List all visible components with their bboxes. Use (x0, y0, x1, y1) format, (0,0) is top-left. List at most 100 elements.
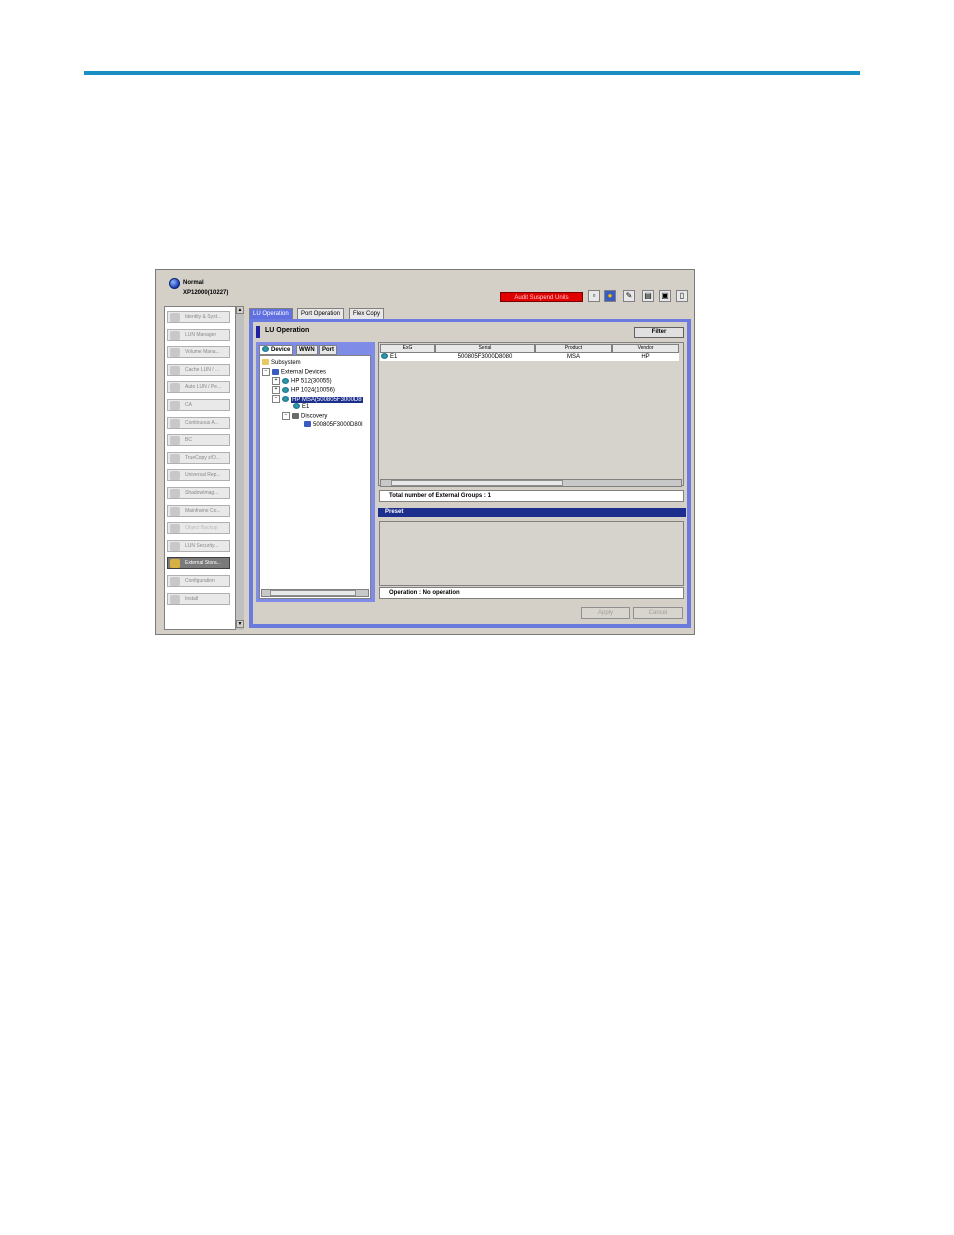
nav-item-lun-manager[interactable]: LUN Manager (167, 329, 230, 341)
table-hscrollbar[interactable] (380, 479, 682, 487)
preset-header: Preset (378, 508, 686, 517)
filter-button[interactable]: Filter (634, 327, 684, 338)
port-icon (304, 421, 311, 428)
tree-scroll-thumb[interactable] (270, 590, 356, 596)
header-rule (84, 71, 860, 75)
tab-port-operation[interactable]: Port Operation (297, 308, 345, 319)
scroll-up-icon[interactable]: ▲ (236, 306, 244, 314)
external-groups-table (378, 342, 684, 486)
cell-product: MSA (535, 353, 612, 361)
nav-item-universal-rep[interactable]: Universal Rep... (167, 469, 230, 481)
expand-icon[interactable]: + (272, 386, 280, 394)
device-tree: Subsystem − External Devices + HP 512(3005… (259, 355, 371, 599)
nav-item-install[interactable]: Install (167, 593, 230, 605)
nav-list: Identity & Syst... LUN Manager Volume Ma… (164, 306, 235, 630)
group-icon (381, 353, 388, 360)
tree-node-hp-msa[interactable]: − HP MSA(500805F3000D8 (272, 395, 363, 403)
cancel-button[interactable]: Cancel (633, 607, 683, 619)
collapse-icon[interactable]: − (282, 412, 290, 420)
tab-flex-copy[interactable]: Flex Copy (349, 308, 385, 319)
nav-item-continuous[interactable]: Continuous A... (167, 417, 230, 429)
collapse-icon[interactable]: − (272, 395, 280, 403)
folder-icon (262, 359, 269, 366)
nav-item-object-backup[interactable]: Object Backup (167, 522, 230, 534)
group-icon (293, 403, 300, 410)
tree-node-hp512[interactable]: + HP 512(30055) (272, 377, 332, 385)
nav-item-mainframe[interactable]: Mainframe Co... (167, 505, 230, 517)
tab-lu-operation[interactable]: LU Operation (249, 308, 293, 319)
nav-item-lun-security[interactable]: LUN Security... (167, 540, 230, 552)
status-text: Normal (183, 280, 204, 286)
apply-button[interactable]: Apply (581, 607, 630, 619)
col-header-product[interactable]: Product (535, 344, 612, 353)
identity-icon (170, 313, 180, 322)
col-header-vendor[interactable]: Vendor (612, 344, 679, 353)
device-icon (262, 346, 269, 353)
mainframe-icon (170, 507, 180, 516)
col-header-exg[interactable]: ExG (380, 344, 435, 353)
nav-item-shadowimage[interactable]: ShadowImag... (167, 487, 230, 499)
device-icon (282, 396, 289, 402)
nav-item-bc[interactable]: BC (167, 434, 230, 446)
nav-item-cache-lun[interactable]: Cache LUN / ... (167, 364, 230, 376)
external-groups-count: Total number of External Groups : 1 (379, 490, 684, 502)
ca-icon (170, 401, 180, 410)
table-row[interactable]: E1 500805F3000D8080 MSA HP (380, 353, 679, 361)
universal-rep-icon (170, 471, 180, 480)
status-icon (169, 278, 180, 289)
device-icon (282, 378, 289, 384)
nav-item-volume[interactable]: Volume Mana... (167, 346, 230, 358)
cell-vendor: HP (612, 353, 679, 361)
mode-icon[interactable]: ▫ (588, 290, 600, 302)
audit-alert-button[interactable]: Audit Suspend Units (500, 292, 583, 302)
volume-icon (170, 348, 180, 357)
title-marker (256, 326, 260, 338)
bc-icon (170, 436, 180, 445)
shadowimage-icon (170, 489, 180, 498)
cell-exg: E1 (380, 353, 435, 361)
help-icon[interactable]: ▯ (676, 290, 688, 302)
nav-item-configuration[interactable]: Configuration (167, 575, 230, 587)
cell-serial: 500805F3000D8080 (435, 353, 535, 361)
nav-item-external-storage[interactable]: External Stora... (167, 557, 230, 569)
report-icon[interactable]: ▣ (659, 290, 671, 302)
storage-navigator-window: Normal XP12000(10227) Audit Suspend Unit… (155, 269, 695, 635)
configuration-icon (170, 577, 180, 586)
tree-hscrollbar[interactable] (261, 589, 369, 597)
tree-node-subsystem[interactable]: Subsystem (262, 359, 301, 367)
system-name: XP12000(10227) (183, 290, 229, 296)
tree-node-discovered-device[interactable]: 500805F3000D80I (304, 421, 363, 429)
install-icon (170, 595, 180, 604)
tree-tab-device[interactable]: Device (259, 345, 294, 355)
col-header-serial[interactable]: Serial (435, 344, 535, 353)
table-scroll-thumb[interactable] (391, 480, 563, 486)
object-backup-icon (170, 524, 180, 533)
nav-item-identity[interactable]: Identity & Syst... (167, 311, 230, 323)
external-storage-icon (170, 559, 180, 568)
document-icon[interactable]: ▤ (642, 290, 654, 302)
nav-scrollbar[interactable]: ▲ ▼ (235, 306, 244, 630)
nav-item-ca[interactable]: CA (167, 399, 230, 411)
scroll-down-icon[interactable]: ▼ (236, 620, 244, 628)
cache-icon (170, 366, 180, 375)
continuous-icon (170, 419, 180, 428)
lock-icon[interactable]: ● (604, 290, 616, 302)
tree-node-discovery[interactable]: − Discovery (282, 412, 327, 420)
truecopy-icon (170, 454, 180, 463)
nav-item-auto-lun[interactable]: Auto LUN / Pe... (167, 381, 230, 393)
operation-status: Operation : No operation (379, 587, 684, 599)
expand-icon[interactable]: + (272, 377, 280, 385)
tree-node-hp1024[interactable]: + HP 1024(10056) (272, 386, 335, 394)
device-icon (282, 387, 289, 393)
tree-tab-port[interactable]: Port (319, 345, 337, 355)
auto-lun-icon (170, 383, 180, 392)
tree-node-external-devices[interactable]: − External Devices (262, 368, 326, 376)
page-title: LU Operation (265, 327, 310, 334)
tree-tab-wwn[interactable]: WWN (296, 345, 318, 355)
collapse-icon[interactable]: − (262, 368, 270, 376)
lun-security-icon (170, 542, 180, 551)
tree-node-e1[interactable]: E1 (293, 403, 309, 411)
nav-item-truecopy[interactable]: TrueCopy z/O... (167, 452, 230, 464)
pen-icon[interactable]: ✎ (623, 290, 635, 302)
storage-icon (272, 369, 279, 375)
